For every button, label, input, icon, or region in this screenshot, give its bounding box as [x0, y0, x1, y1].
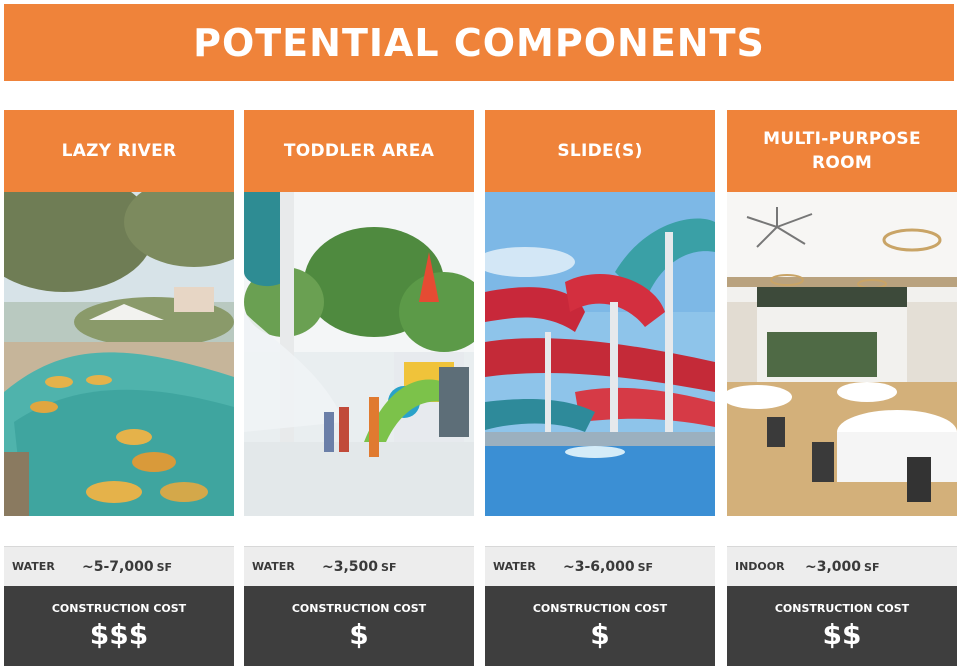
title-banner: POTENTIAL COMPONENTS — [4, 4, 954, 81]
info-row: INDOOR ~3,000 SF — [727, 546, 957, 586]
cost-label: CONSTRUCTION COST — [291, 601, 427, 615]
info-row: WATER ~3,500 SF — [244, 546, 474, 586]
construction-cost-box: CONSTRUCTION COST $$$ — [4, 586, 234, 666]
cost-value: $$ — [822, 617, 862, 651]
cost-value: $ — [590, 617, 610, 651]
lazy-river-photo — [4, 192, 234, 516]
cost-label: CONSTRUCTION COST — [774, 601, 910, 615]
component-size: ~3,000 SF — [805, 558, 880, 575]
slides-photo — [485, 192, 715, 516]
cost-label: CONSTRUCTION COST — [532, 601, 668, 615]
info-row: WATER ~3-6,000 SF — [485, 546, 715, 586]
card-title: MULTI-PURPOSE ROOM — [763, 129, 921, 173]
construction-cost-box: CONSTRUCTION COST $$ — [727, 586, 957, 666]
component-card-lazy-river: LAZY RIVER WATER ~5-7,000 SF CONSTRUCTIO… — [4, 110, 234, 666]
card-title: SLIDE(S) — [557, 141, 643, 161]
component-card-slides: SLIDE(S) WATER ~3-6,000 SF CONSTRUCTION C… — [485, 110, 715, 666]
construction-cost-box: CONSTRUCTION COST $ — [485, 586, 715, 666]
card-title: LAZY RIVER — [61, 141, 177, 161]
cost-label: CONSTRUCTION COST — [51, 601, 187, 615]
component-size: ~3-6,000 SF — [563, 558, 654, 575]
card-header: LAZY RIVER — [4, 110, 234, 192]
component-card-multi-purpose-room: MULTI-PURPOSE ROOM INDOOR ~3,000 SF CONS… — [727, 110, 957, 666]
construction-cost-box: CONSTRUCTION COST $ — [244, 586, 474, 666]
component-type: WATER — [493, 560, 536, 573]
component-card-toddler-area: TODDLER AREA WATER ~3,500 SF CONSTRUCTIO… — [244, 110, 474, 666]
page-title: POTENTIAL COMPONENTS — [193, 20, 765, 65]
card-title: TODDLER AREA — [283, 141, 435, 161]
component-type: WATER — [252, 560, 295, 573]
component-type: INDOOR — [735, 560, 785, 573]
cost-value: $ — [349, 617, 369, 651]
card-header: TODDLER AREA — [244, 110, 474, 192]
cost-value: $$$ — [89, 617, 149, 651]
component-size: ~3,500 SF — [322, 558, 397, 575]
card-header: MULTI-PURPOSE ROOM — [727, 110, 957, 192]
component-size: ~5-7,000 SF — [82, 558, 173, 575]
info-row: WATER ~5-7,000 SF — [4, 546, 234, 586]
multi-purpose-room-photo — [727, 192, 957, 516]
toddler-area-photo — [244, 192, 474, 516]
component-type: WATER — [12, 560, 55, 573]
card-header: SLIDE(S) — [485, 110, 715, 192]
